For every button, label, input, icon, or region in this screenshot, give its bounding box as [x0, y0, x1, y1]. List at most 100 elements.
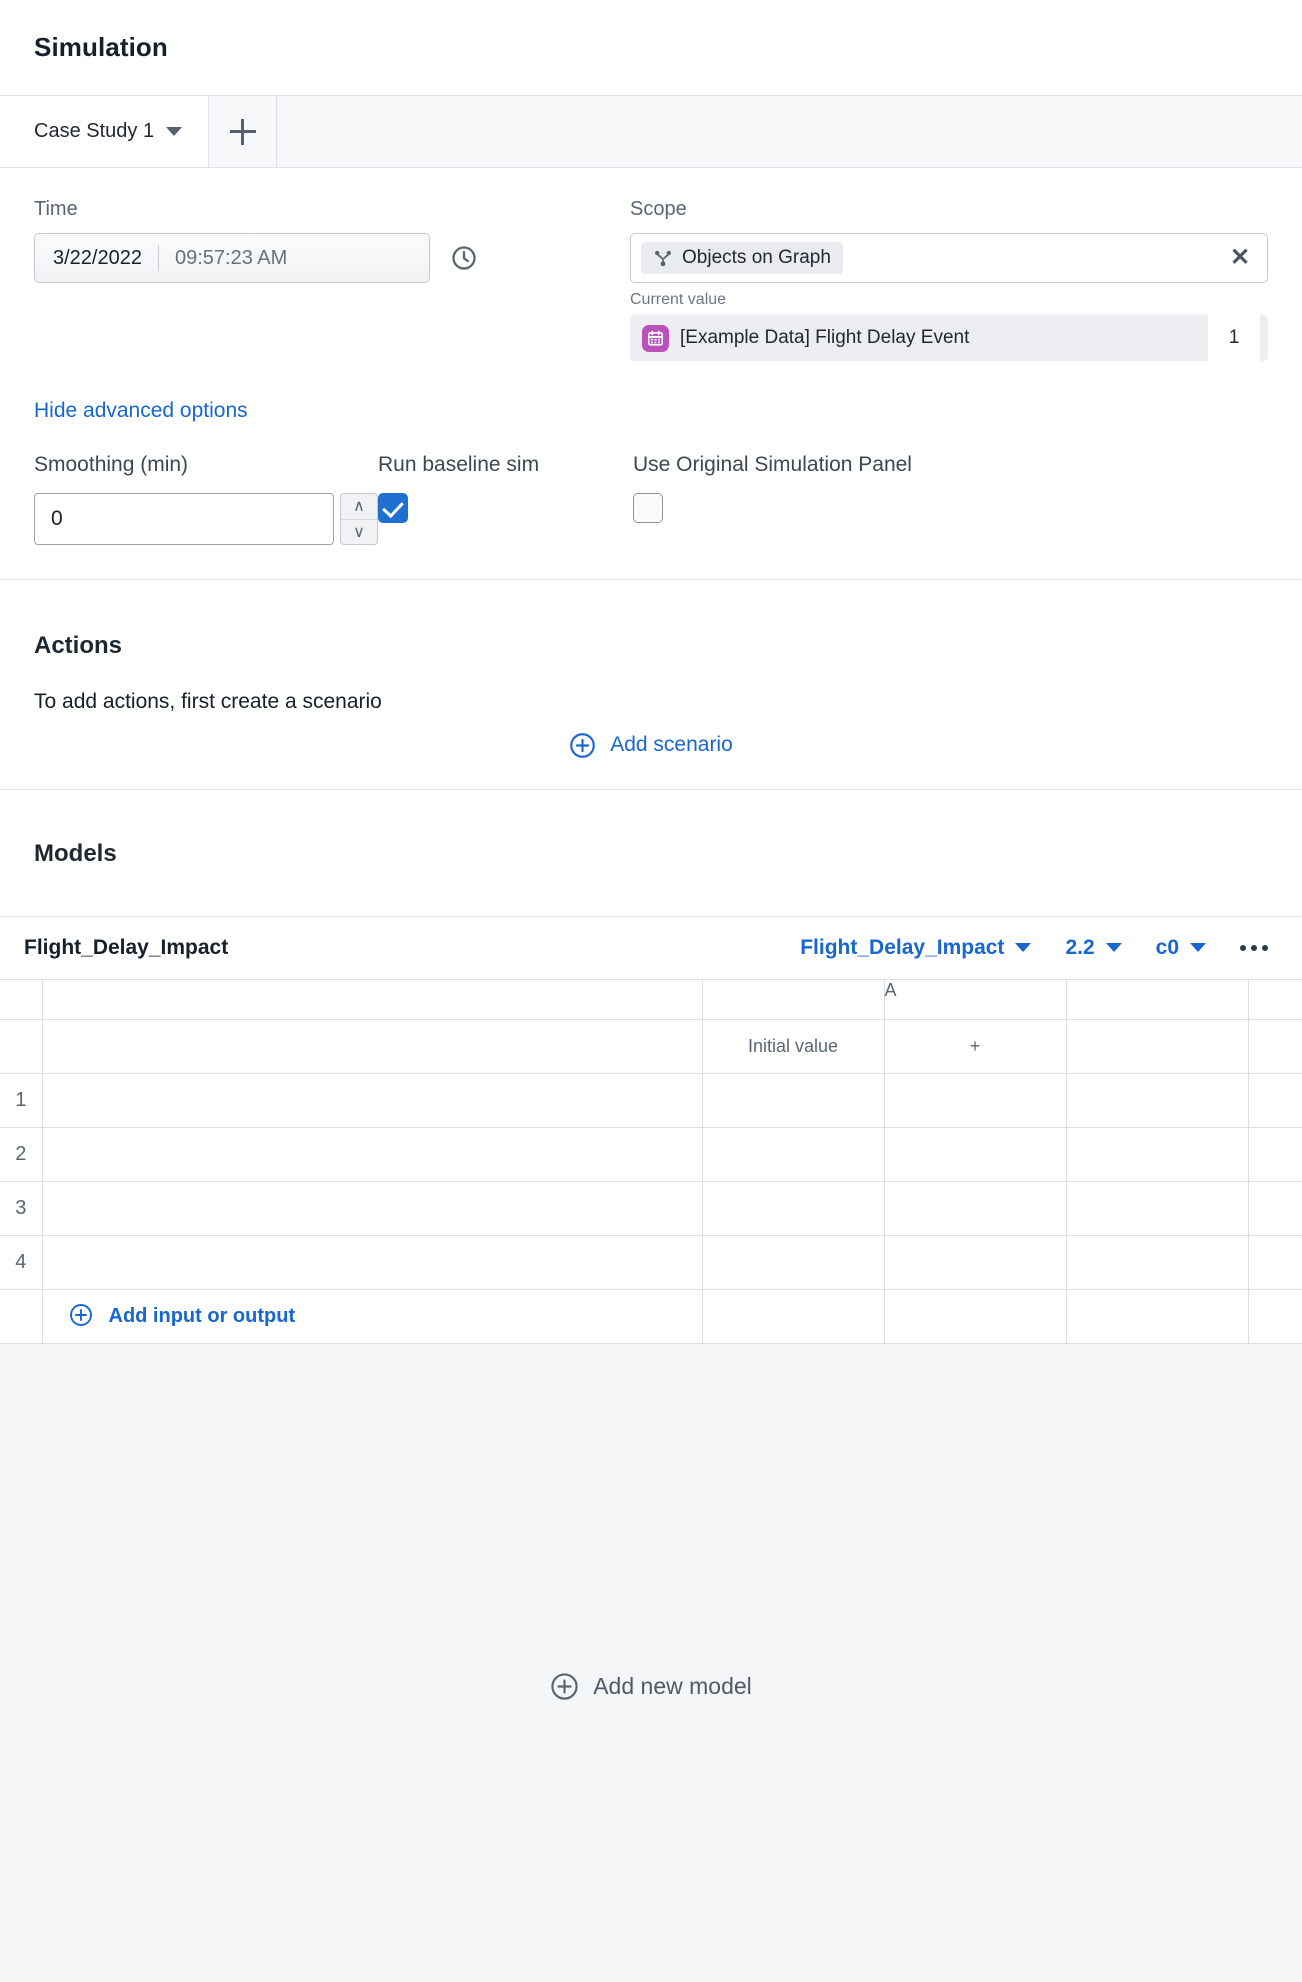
models-section-header: Models [0, 790, 1302, 917]
grid-rownum-header [0, 1018, 43, 1074]
row-name-cell[interactable] [41, 1072, 703, 1128]
row-number: 2 [0, 1126, 43, 1182]
grid-header-b [1065, 1018, 1249, 1074]
plus-circle-icon [550, 1672, 579, 1701]
add-input-or-output-button[interactable]: Add input or output [41, 1288, 703, 1344]
tab-case-study-1[interactable]: Case Study 1 [0, 96, 210, 167]
row-c-cell[interactable] [1247, 1180, 1302, 1236]
grid-header-row: Initial value + [0, 1018, 1302, 1074]
scope-chip-label: Objects on Graph [682, 247, 831, 268]
grid-column-group-b [1065, 978, 1249, 1020]
use-original-field-group: Use Original Simulation Panel [633, 453, 1268, 545]
table-row[interactable]: 1 [0, 1072, 1302, 1128]
row-b-cell[interactable] [1065, 1180, 1249, 1236]
add-row-initial-cell [701, 1288, 885, 1344]
grid-corner-cell [0, 978, 43, 1020]
model-select[interactable]: Flight_Delay_Impact [800, 935, 1032, 960]
grid-header-c [1247, 1018, 1302, 1074]
current-value-chip[interactable]: [Example Data] Flight Delay Event 1 [630, 315, 1268, 361]
chevron-down-icon[interactable]: ∨ [341, 520, 377, 545]
tab-bar-filler [277, 96, 1302, 167]
row-c-cell[interactable] [1247, 1072, 1302, 1128]
time-field-group: Time 3/22/2022 09:57:23 AM [34, 198, 630, 361]
row-initial-cell[interactable] [701, 1180, 885, 1236]
add-row-b-cell [1065, 1288, 1249, 1344]
toggle-advanced-options-link[interactable]: Hide advanced options [34, 399, 248, 423]
add-column-button[interactable]: + [883, 1018, 1067, 1074]
model-config-value: c0 [1155, 935, 1179, 959]
model-config-select[interactable]: c0 [1156, 936, 1206, 960]
graph-node-icon [653, 248, 673, 268]
settings-section: Time 3/22/2022 09:57:23 AM Scope Objects… [0, 168, 1302, 580]
run-baseline-field-group: Run baseline sim [378, 453, 633, 545]
time-value: 09:57:23 AM [174, 246, 288, 269]
actions-hint: To add actions, first create a scenario [34, 689, 382, 713]
close-icon[interactable]: ✕ [1225, 243, 1255, 273]
chevron-up-icon[interactable]: ∧ [341, 494, 377, 520]
smoothing-label: Smoothing (min) [34, 453, 189, 476]
run-baseline-label: Run baseline sim [378, 453, 540, 476]
current-value-name: [Example Data] Flight Delay Event [680, 327, 970, 348]
run-baseline-checkbox[interactable] [378, 493, 408, 523]
row-number: 3 [0, 1180, 43, 1236]
model-select-value: Flight_Delay_Impact [800, 935, 1005, 959]
use-original-checkbox[interactable] [633, 493, 663, 523]
table-row[interactable]: 3 [0, 1180, 1302, 1236]
current-value-count: 1 [1208, 315, 1260, 361]
chevron-down-icon [166, 127, 183, 136]
row-initial-cell[interactable] [701, 1072, 885, 1128]
calendar-icon [642, 324, 669, 352]
panel-header: Simulation [0, 0, 1302, 96]
model-version-select[interactable]: 2.2 [1065, 936, 1122, 960]
scope-input[interactable]: Objects on Graph ✕ [630, 233, 1268, 283]
use-original-label: Use Original Simulation Panel [633, 453, 912, 476]
row-a-cell[interactable] [883, 1234, 1067, 1290]
add-row-c-cell [1247, 1288, 1302, 1344]
scope-chip[interactable]: Objects on Graph [641, 242, 843, 274]
date-value: 3/22/2022 [53, 246, 142, 269]
row-number: 4 [0, 1234, 43, 1290]
grid-initial-value-header: Initial value [701, 1018, 885, 1074]
chevron-down-icon [1105, 943, 1122, 953]
row-name-cell[interactable] [41, 1180, 703, 1236]
clock-icon[interactable] [450, 244, 478, 272]
row-c-cell[interactable] [1247, 1234, 1302, 1290]
chevron-down-icon [1015, 943, 1032, 953]
table-row[interactable]: 2 [0, 1126, 1302, 1182]
smoothing-input[interactable] [34, 493, 334, 545]
row-c-cell[interactable] [1247, 1126, 1302, 1182]
kebab-menu-icon[interactable] [1240, 944, 1268, 951]
row-a-cell[interactable] [883, 1180, 1067, 1236]
add-new-model-button[interactable]: Add new model [550, 1392, 752, 1982]
row-b-cell[interactable] [1065, 1126, 1249, 1182]
add-scenario-button[interactable]: Add scenario [34, 732, 1268, 759]
smoothing-stepper[interactable]: ∧ ∨ [340, 493, 378, 545]
plus-icon [229, 118, 256, 145]
row-b-cell[interactable] [1065, 1234, 1249, 1290]
row-initial-cell[interactable] [701, 1234, 885, 1290]
grid-column-group-row: A [0, 978, 1302, 1020]
time-label: Time [34, 198, 78, 220]
actions-title: Actions [34, 631, 123, 659]
current-value-label: Current value [630, 291, 727, 308]
table-row[interactable]: 4 [0, 1234, 1302, 1290]
grid-name-group-cell [41, 978, 703, 1020]
row-name-cell[interactable] [41, 1126, 703, 1182]
add-row-a-cell [883, 1288, 1067, 1344]
models-title: Models [34, 839, 117, 867]
row-b-cell[interactable] [1065, 1072, 1249, 1128]
row-number: 1 [0, 1072, 43, 1128]
row-name-cell[interactable] [41, 1234, 703, 1290]
add-tab-button[interactable] [209, 96, 278, 167]
row-initial-cell[interactable] [701, 1126, 885, 1182]
simulation-panel: Simulation Case Study 1 Time 3/22/2022 0… [0, 0, 1302, 1982]
chevron-down-icon [1190, 943, 1206, 953]
grid-initial-group-cell [701, 978, 885, 1020]
model-name: Flight_Delay_Impact [24, 935, 229, 959]
scope-label: Scope [630, 198, 687, 220]
row-a-cell[interactable] [883, 1126, 1067, 1182]
datetime-input[interactable]: 3/22/2022 09:57:23 AM [34, 233, 430, 283]
add-input-or-output-label: Add input or output [108, 1304, 296, 1327]
scope-field-group: Scope Objects on Graph ✕ Current value [… [630, 198, 1268, 361]
row-a-cell[interactable] [883, 1072, 1067, 1128]
